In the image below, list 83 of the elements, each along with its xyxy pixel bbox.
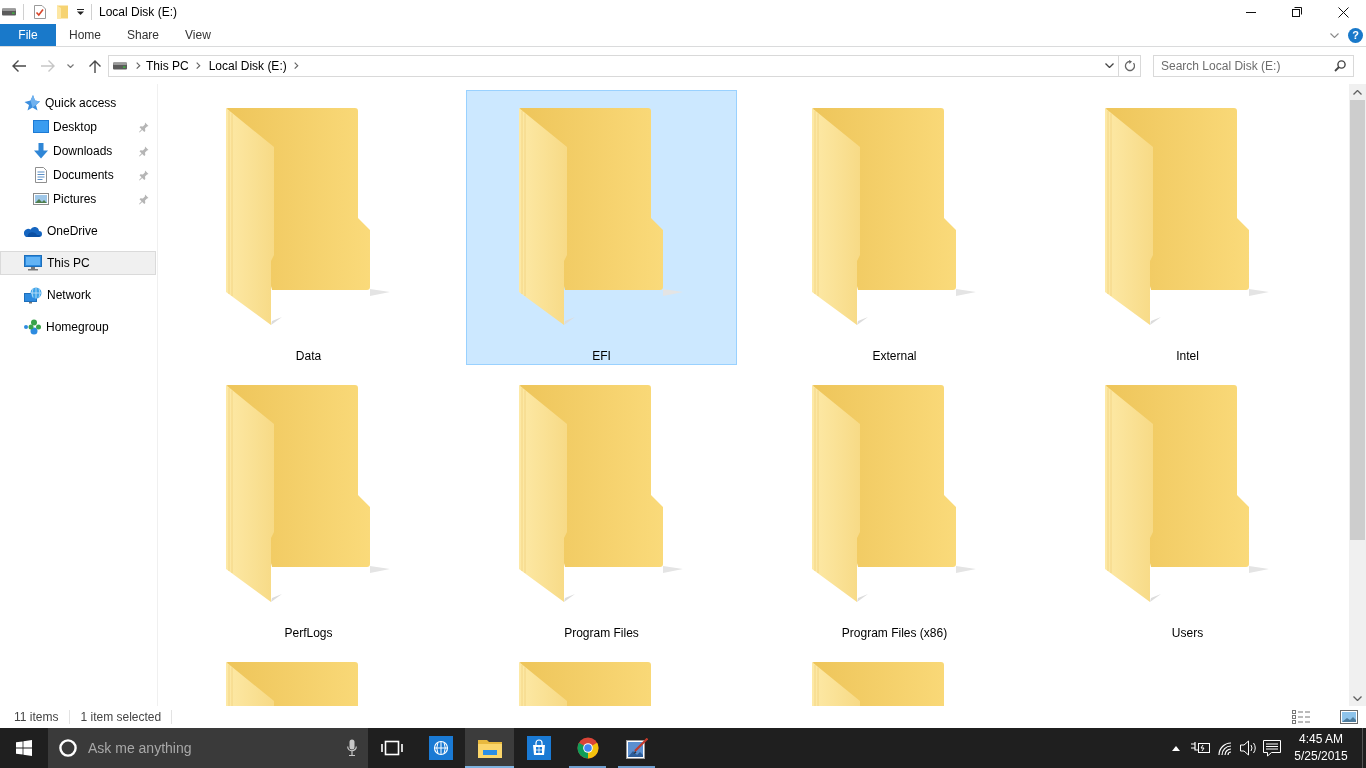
chevron-up-icon	[1353, 89, 1362, 95]
globe-tile-icon	[428, 736, 453, 760]
scrollbar[interactable]	[1349, 84, 1366, 706]
clock-button[interactable]: 4:45 AM 5/25/2015	[1290, 728, 1352, 768]
sidebar-item[interactable]: Documents	[0, 163, 156, 187]
sidebar-item[interactable]: Homegroup	[0, 315, 156, 339]
chevron-down-icon	[66, 63, 74, 68]
message-icon	[1263, 739, 1281, 757]
sidebar-item[interactable]: Network	[0, 283, 156, 307]
chevron-right-icon	[135, 61, 141, 70]
list-icon	[1292, 710, 1310, 724]
microphone-icon	[347, 739, 357, 756]
dots-icon	[24, 319, 41, 335]
taskbar-search-field[interactable]: Ask me anything	[48, 728, 368, 768]
picture-pen-icon	[625, 737, 648, 759]
breadcrumb[interactable]: This PC	[143, 55, 192, 76]
checked-page-icon	[34, 5, 46, 19]
refresh-icon	[1124, 59, 1135, 72]
drive-icon	[113, 61, 127, 70]
folder-item[interactable]: Data	[173, 90, 444, 365]
search-icon	[1334, 59, 1346, 72]
search-field[interactable]: Search Local Disk (E:)	[1153, 54, 1354, 77]
sidebar-item[interactable]: Pictures	[0, 187, 156, 211]
chevron-right-icon	[294, 61, 300, 70]
minimize-icon	[1246, 11, 1256, 13]
picture-icon	[1340, 710, 1358, 724]
sidebar-item[interactable]: This PC	[0, 251, 156, 275]
file-menu-button[interactable]: File	[0, 24, 56, 46]
taskbar-button[interactable]	[465, 728, 514, 768]
folder-item[interactable]: PerfLogs	[173, 367, 444, 642]
tricolor-circle-icon	[576, 737, 599, 759]
drive-icon	[2, 8, 16, 16]
document-icon	[33, 167, 49, 183]
restore-icon	[1292, 7, 1302, 17]
ribbon-tab[interactable]: Home	[56, 24, 114, 46]
large-icons-view-button[interactable]	[1338, 708, 1360, 726]
window-title: Local Disk (E:)	[99, 4, 178, 21]
refresh-button[interactable]	[1119, 54, 1141, 77]
item-count-text: 11 items	[14, 709, 59, 726]
sidebar-item[interactable]: OneDrive	[0, 219, 156, 243]
chevron-down-icon	[1353, 695, 1362, 701]
address-bar[interactable]: This PC Local Disk (E:)	[108, 54, 1119, 77]
sidebar-item[interactable]: Quick access	[0, 91, 156, 115]
properties-button[interactable]	[33, 3, 47, 21]
ribbon-tab[interactable]: View	[172, 24, 224, 46]
details-view-button[interactable]	[1290, 708, 1312, 726]
right-arrow-icon	[40, 58, 56, 73]
down-arrow-icon	[33, 143, 49, 159]
chevron-right-icon	[196, 61, 202, 70]
selection-text: 1 item selected	[80, 709, 162, 726]
caret-up-icon	[1172, 745, 1180, 751]
left-arrow-icon	[11, 58, 27, 73]
close-icon	[1337, 6, 1349, 18]
chevron-down-icon	[1104, 63, 1114, 68]
folder-icon	[56, 5, 68, 19]
four-panes-logo-icon	[16, 740, 32, 756]
ribbon-tab[interactable]: Share	[114, 24, 173, 46]
speaker-icon	[1239, 740, 1257, 756]
desktop-icon	[33, 119, 49, 135]
folder-item[interactable]: External	[759, 90, 1030, 365]
sidebar-item[interactable]: Downloads	[0, 139, 156, 163]
shopping-bag-icon	[526, 736, 551, 760]
battery-plug-icon	[1190, 741, 1210, 755]
ring-icon	[59, 739, 77, 757]
folder-item[interactable]: Intel	[1052, 90, 1323, 365]
folder-icon	[477, 738, 502, 758]
wifi-icon	[1216, 740, 1232, 756]
help-button[interactable]: ?	[1348, 27, 1363, 43]
chevron-down-icon	[1329, 32, 1339, 38]
up-arrow-icon	[89, 58, 101, 73]
folder-item[interactable]: EFI	[466, 90, 737, 365]
picture-icon	[33, 191, 49, 207]
folder-item[interactable]: Users	[1052, 367, 1323, 642]
monitor-icon	[24, 255, 42, 271]
breadcrumb[interactable]: Local Disk (E:)	[205, 55, 290, 76]
folder-item[interactable]: Program Files	[466, 367, 737, 642]
task-view-icon	[381, 740, 403, 756]
star-icon	[24, 95, 40, 111]
sidebar-item[interactable]: Desktop	[0, 115, 156, 139]
folder-item[interactable]: Program Files (x86)	[759, 367, 1030, 642]
scrollbar-thumb[interactable]	[1350, 100, 1365, 540]
caret-icon	[76, 9, 84, 15]
network-globe-icon	[24, 286, 42, 304]
